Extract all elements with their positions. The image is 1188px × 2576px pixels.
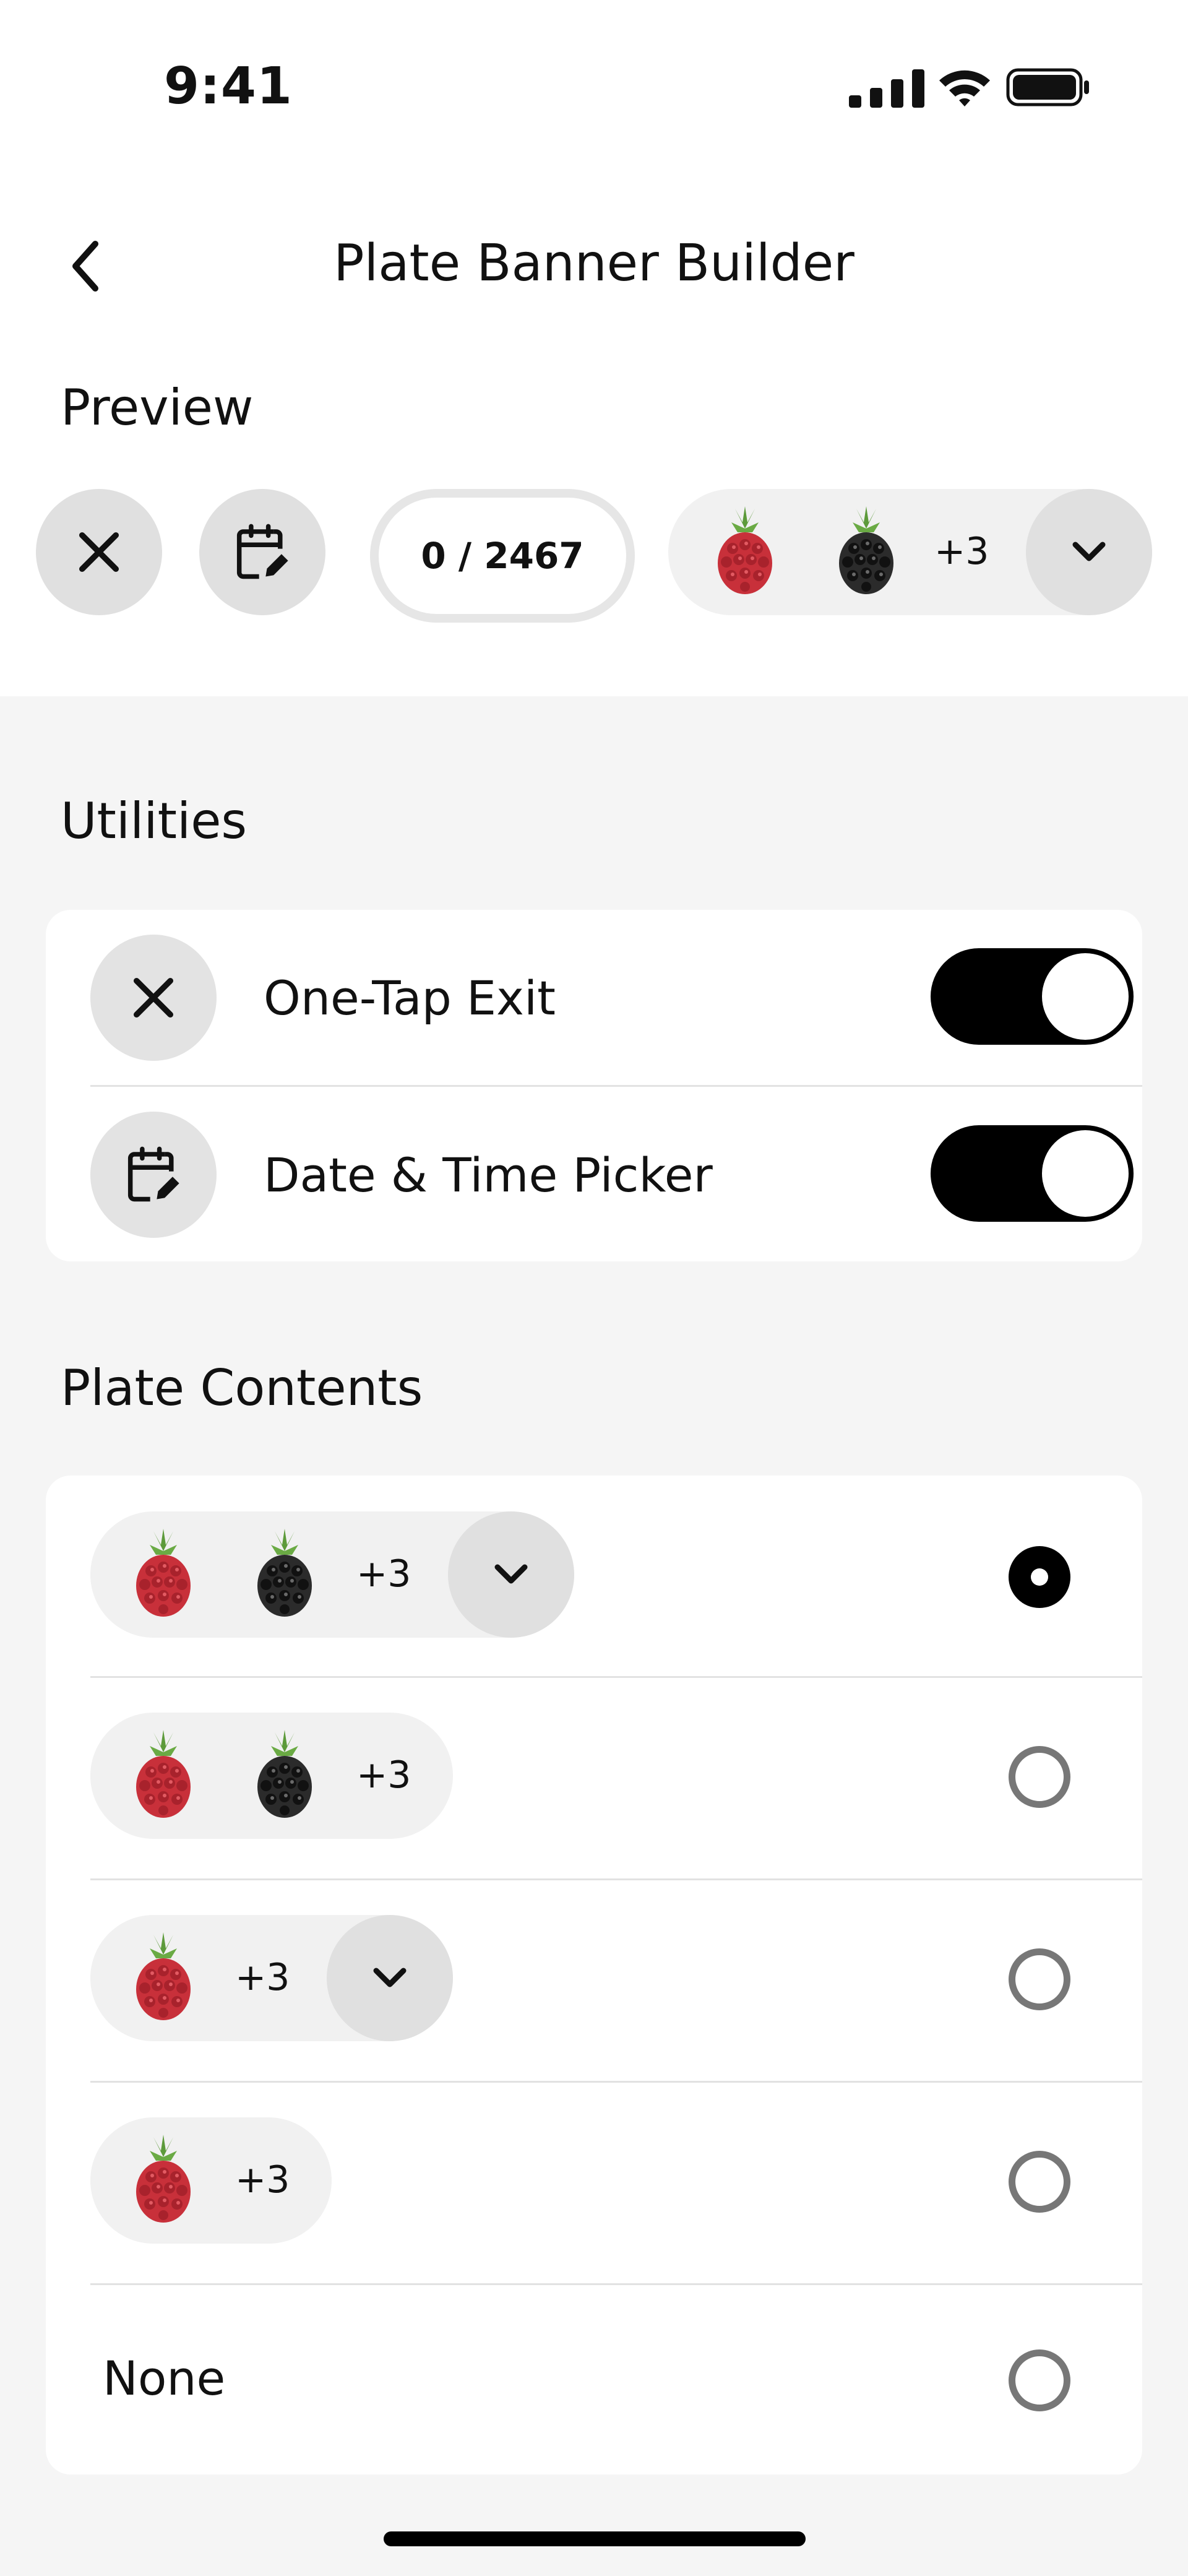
plate-option-3[interactable]: +3 <box>46 1880 1142 2081</box>
radio-unselected[interactable] <box>1009 2349 1070 2411</box>
preview-fruit-chip[interactable]: +3 <box>668 489 1152 615</box>
raspberry-icon <box>131 1930 196 2023</box>
radio-dot <box>1031 1568 1048 1586</box>
signal-icon <box>849 69 924 108</box>
wifi-icon <box>939 70 990 106</box>
raspberry-icon <box>131 1727 196 1820</box>
header-area: 9:41 Plate Banner Builder Preview 0 / 24… <box>0 0 1188 696</box>
close-icon <box>73 526 125 578</box>
blackberry-icon <box>834 504 898 597</box>
battery-icon <box>1006 68 1089 106</box>
expand-button[interactable] <box>1026 489 1152 615</box>
page-title: Plate Banner Builder <box>334 234 854 293</box>
utility-row-date-time-picker[interactable]: Date & Time Picker <box>46 1087 1142 1263</box>
plate-contents-section-title: Plate Contents <box>61 1359 423 1417</box>
chevron-down-icon <box>1064 527 1114 577</box>
exit-utility-icon-button <box>90 935 217 1061</box>
extra-count: +3 <box>934 530 989 573</box>
status-icons <box>849 67 1090 110</box>
utility-label: One-Tap Exit <box>264 970 556 1026</box>
fruit-chip: +3 <box>90 1713 453 1839</box>
toggle-knob <box>1042 1130 1129 1217</box>
extra-count: +3 <box>356 1753 411 1797</box>
status-bar: 9:41 <box>0 0 1188 149</box>
navigation-bar: Plate Banner Builder <box>0 210 1188 322</box>
status-time: 9:41 <box>164 57 293 116</box>
blackberry-icon <box>252 1727 317 1820</box>
plate-option-4[interactable]: +3 <box>46 2083 1142 2284</box>
utilities-section-title: Utilities <box>61 792 248 850</box>
chevron-down-icon <box>365 1953 415 2003</box>
home-indicator <box>384 2531 806 2546</box>
toggle-knob <box>1042 953 1129 1040</box>
extra-count: +3 <box>235 2158 290 2202</box>
one-tap-exit-toggle[interactable] <box>931 948 1134 1045</box>
fruit-chip: +3 <box>90 1915 453 2041</box>
fruit-chip: +3 <box>90 1511 574 1638</box>
extra-count: +3 <box>235 1956 290 1999</box>
calendar-edit-icon <box>233 522 292 582</box>
exit-button[interactable] <box>36 489 162 615</box>
chevron-down-icon <box>486 1550 536 1599</box>
expand-button[interactable] <box>448 1511 574 1638</box>
raspberry-icon <box>131 1526 196 1619</box>
calendar-edit-icon <box>124 1145 183 1204</box>
radio-unselected[interactable] <box>1009 2151 1070 2213</box>
none-label: None <box>103 2351 226 2406</box>
extra-count: +3 <box>356 1552 411 1596</box>
calendar-utility-icon-button <box>90 1112 217 1238</box>
utility-row-one-tap-exit[interactable]: One-Tap Exit <box>46 910 1142 1086</box>
radio-selected[interactable] <box>1009 1546 1070 1608</box>
raspberry-icon <box>131 2132 196 2225</box>
blackberry-icon <box>252 1526 317 1619</box>
preview-banner: 0 / 2467 +3 <box>36 489 1152 623</box>
utility-label: Date & Time Picker <box>264 1148 713 1203</box>
radio-unselected[interactable] <box>1009 1746 1070 1808</box>
close-icon <box>127 972 179 1024</box>
plate-contents-card: +3 +3 +3 +3 None <box>46 1476 1142 2474</box>
date-time-picker-toggle[interactable] <box>931 1125 1134 1222</box>
fruit-chip: +3 <box>90 2117 332 2244</box>
raspberry-icon <box>713 504 777 597</box>
plate-option-2[interactable]: +3 <box>46 1678 1142 1879</box>
date-time-button[interactable] <box>199 489 325 615</box>
preview-section-title: Preview <box>61 379 254 436</box>
radio-unselected[interactable] <box>1009 1948 1070 2010</box>
expand-button[interactable] <box>327 1915 453 2041</box>
plate-option-1[interactable]: +3 <box>46 1476 1142 1677</box>
counter-pill: 0 / 2467 <box>370 489 635 623</box>
utilities-card: One-Tap Exit Date & Time Picker <box>46 910 1142 1261</box>
plate-option-none[interactable]: None <box>46 2285 1142 2474</box>
